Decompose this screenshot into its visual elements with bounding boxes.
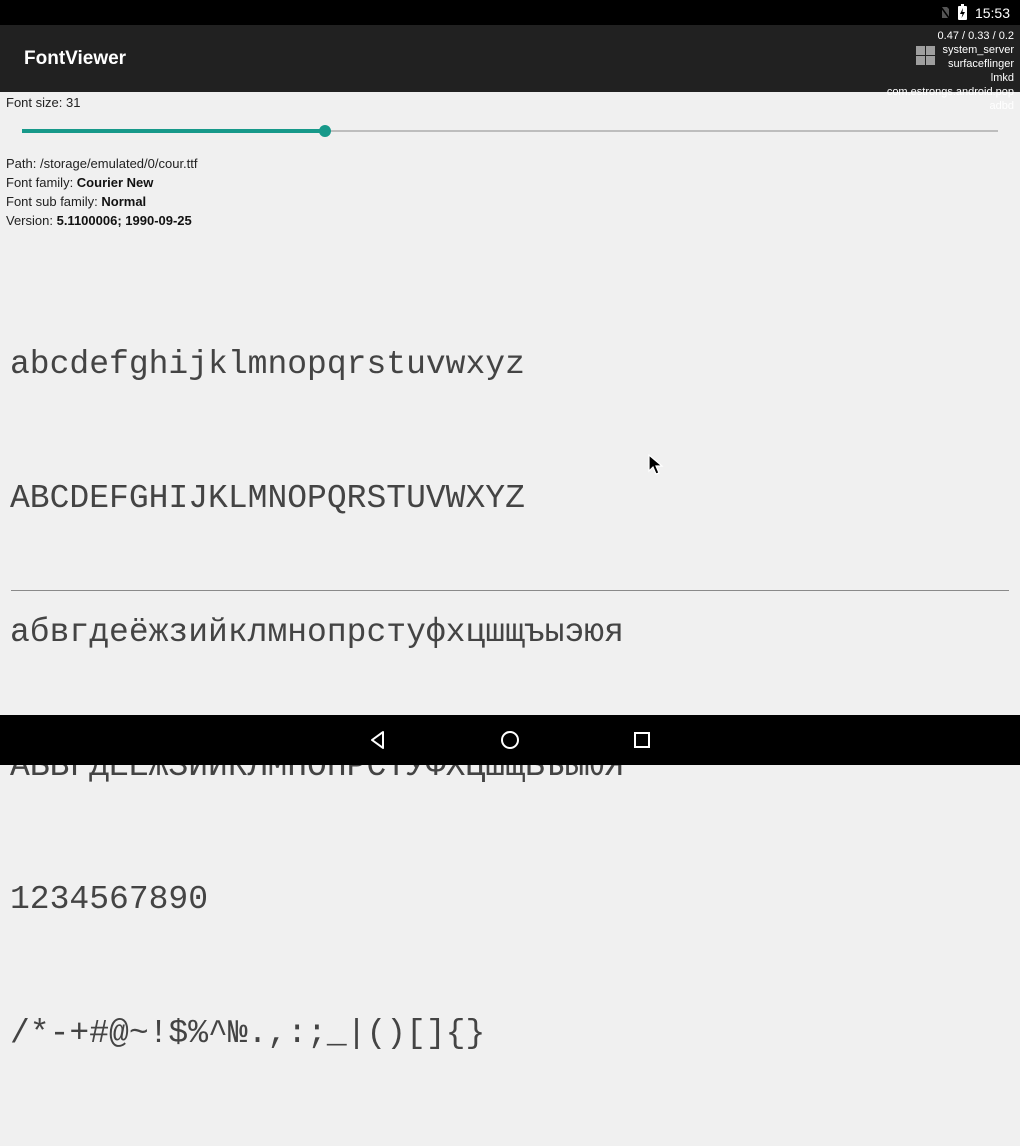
home-icon [501,731,519,749]
font-subfamily-label: Font sub family: [6,194,102,209]
font-info: Path: /storage/emulated/0/cour.ttf Font … [6,154,198,230]
font-version-label: Version: [6,213,57,228]
font-subfamily-row: Font sub family: Normal [6,192,198,211]
status-icons: 15:53 [940,0,1010,25]
back-button[interactable] [348,715,408,765]
font-version-row: Version: 5.1100006; 1990-09-25 [6,211,198,230]
app-title: FontViewer [24,48,127,69]
font-version-value: 5.1100006; 1990-09-25 [56,213,192,228]
sample-digits: 1234567890 [10,881,209,919]
font-size-slider[interactable] [22,123,998,139]
font-sample: abcdefghijklmnopqrstuvwxyz ABCDEFGHIJKLM… [10,254,624,1146]
sample-lowercase-cyrillic: абвгдеёжзийклмнопрстуфхцшщъыэюя [10,613,624,651]
font-family-value: Courier New [76,175,154,190]
load-bars-icon [916,46,935,65]
font-family-label: Font family: [6,175,77,190]
font-size-label: Font size: 31 [6,95,81,110]
slider-thumb[interactable] [319,125,331,137]
status-bar: 15:53 [0,0,1020,25]
slider-fill [22,129,325,133]
load-average: 0.47 / 0.33 / 0.2 [937,30,1014,42]
status-time: 15:53 [974,4,1010,21]
sample-lowercase-latin: abcdefghijklmnopqrstuvwxyz [10,346,525,384]
mouse-cursor-icon [648,454,664,475]
process-name: lmkd [990,72,1014,84]
sample-uppercase-latin: ABCDEFGHIJKLMNOPQRSTUVWXYZ [10,479,525,517]
recents-button[interactable] [612,715,672,765]
process-name: surfaceflinger [947,58,1014,70]
recents-icon [634,732,650,748]
divider [11,590,1009,591]
battery-charging-icon [957,3,967,20]
process-name: system_server [942,44,1014,56]
sample-symbols: /*-+#@~!$%^№.,:;_|()[]{} [10,1015,486,1053]
back-icon [371,731,384,749]
home-button[interactable] [480,715,540,765]
font-path: Path: /storage/emulated/0/cour.ttf [6,156,198,171]
main-content: Font size: 31 Path: /storage/emulated/0/… [0,92,1020,1052]
no-sim-icon [940,6,950,19]
font-subfamily-value: Normal [101,194,147,209]
navigation-bar [0,715,1020,765]
font-family-row: Font family: Courier New [6,173,198,192]
